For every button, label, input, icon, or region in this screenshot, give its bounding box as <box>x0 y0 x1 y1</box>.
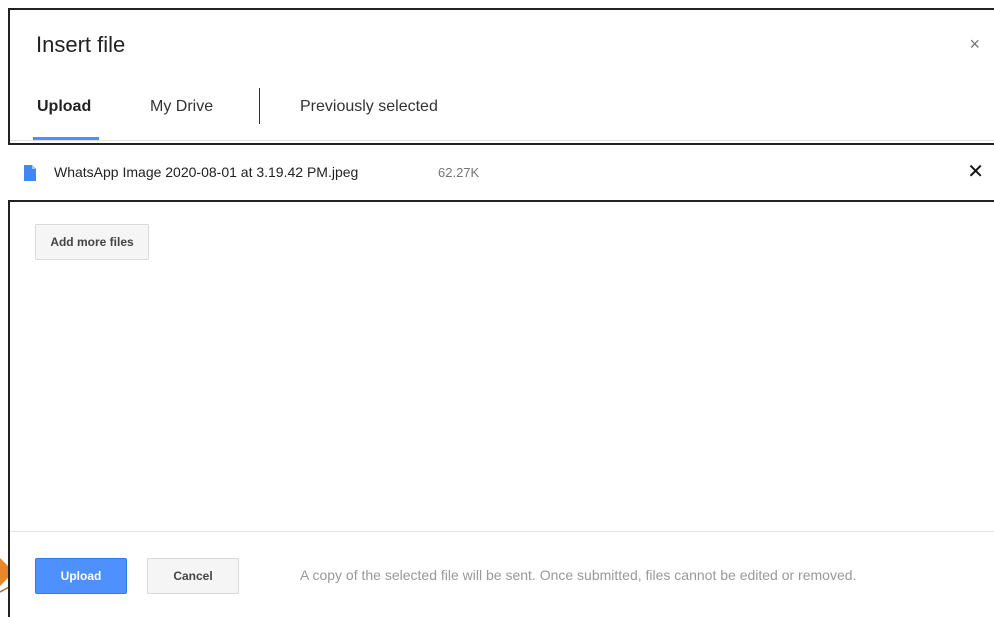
tab-divider <box>259 88 260 124</box>
footer-divider <box>10 531 994 532</box>
remove-file-icon[interactable]: ✕ <box>967 159 984 184</box>
file-size: 62.27K <box>438 165 480 180</box>
insert-file-dialog: Insert file × Upload My Drive Previously… <box>8 8 994 617</box>
file-doc-icon <box>24 165 36 181</box>
active-tab-indicator <box>33 137 99 140</box>
add-more-files-button[interactable]: Add more files <box>35 224 149 260</box>
file-name: WhatsApp Image 2020-08-01 at 3.19.42 PM.… <box>54 164 359 180</box>
tab-upload[interactable]: Upload <box>37 98 91 116</box>
tab-my-drive[interactable]: My Drive <box>150 98 213 116</box>
tab-previously-selected[interactable]: Previously selected <box>300 98 438 116</box>
tab-bar: Upload My Drive Previously selected <box>10 88 994 141</box>
dialog-title: Insert file <box>36 32 126 57</box>
footer-note: A copy of the selected file will be sent… <box>300 567 857 583</box>
selected-file-row: WhatsApp Image 2020-08-01 at 3.19.42 PM.… <box>8 143 994 202</box>
close-icon[interactable]: × <box>969 34 980 54</box>
cancel-button[interactable]: Cancel <box>147 558 239 594</box>
upload-button[interactable]: Upload <box>35 558 127 594</box>
